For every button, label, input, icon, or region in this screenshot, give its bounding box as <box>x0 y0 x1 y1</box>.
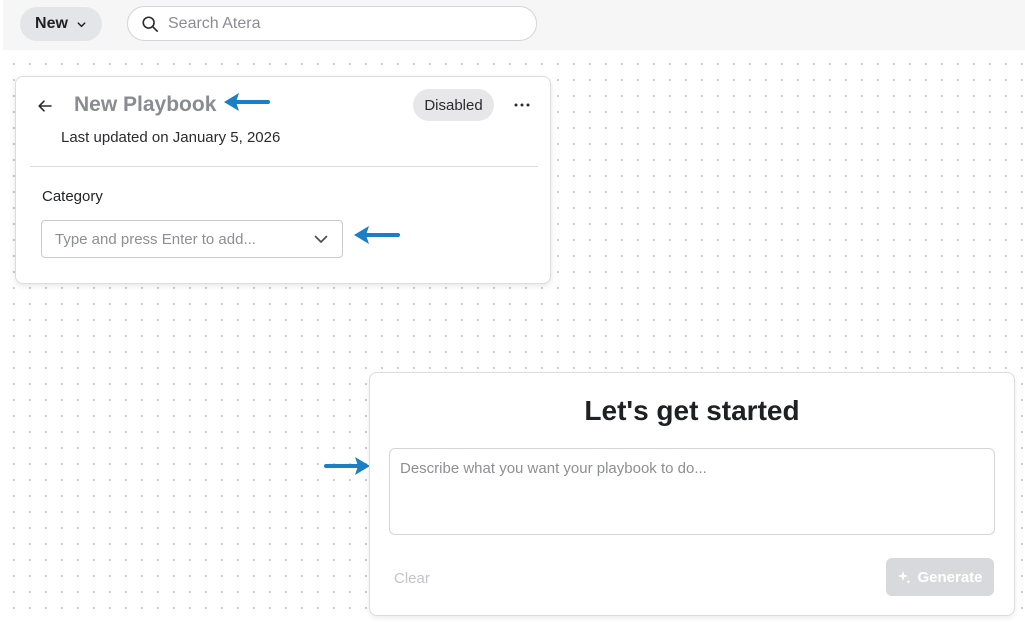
back-button[interactable] <box>34 95 56 117</box>
arrow-pointer-icon <box>324 457 370 475</box>
category-input[interactable] <box>55 230 305 248</box>
top-bar: New <box>3 0 1025 50</box>
arrow-pointer-icon <box>354 226 400 244</box>
category-select[interactable] <box>41 220 343 258</box>
generate-button[interactable]: Generate <box>886 558 994 596</box>
generator-heading: Let's get started <box>584 395 800 426</box>
more-options-button[interactable] <box>510 93 534 117</box>
status-badge[interactable]: Disabled <box>413 89 494 121</box>
search-icon <box>142 15 159 32</box>
more-horizontal-icon <box>514 103 530 107</box>
clear-button[interactable]: Clear <box>394 566 450 590</box>
playbook-description-input[interactable] <box>389 448 995 535</box>
sparkle-icon <box>898 571 911 584</box>
divider <box>30 166 538 167</box>
ai-generator-panel: Let's get started Clear Generate <box>369 372 1015 616</box>
playbook-header-card: New Playbook Disabled Last updated on Ja… <box>15 76 551 284</box>
search-bar[interactable] <box>127 6 537 41</box>
chevron-down-icon <box>77 21 86 27</box>
last-updated-text: Last updated on January 5, 2026 <box>61 129 281 146</box>
generate-button-label: Generate <box>917 568 983 586</box>
playbook-title[interactable]: New Playbook <box>74 93 216 117</box>
category-label: Category <box>42 188 103 205</box>
search-input[interactable] <box>168 14 508 33</box>
chevron-down-icon[interactable] <box>314 234 328 244</box>
new-button[interactable]: New <box>20 7 102 41</box>
new-button-label: New <box>35 15 68 32</box>
arrow-pointer-icon <box>224 93 270 111</box>
arrow-left-icon <box>38 100 52 112</box>
